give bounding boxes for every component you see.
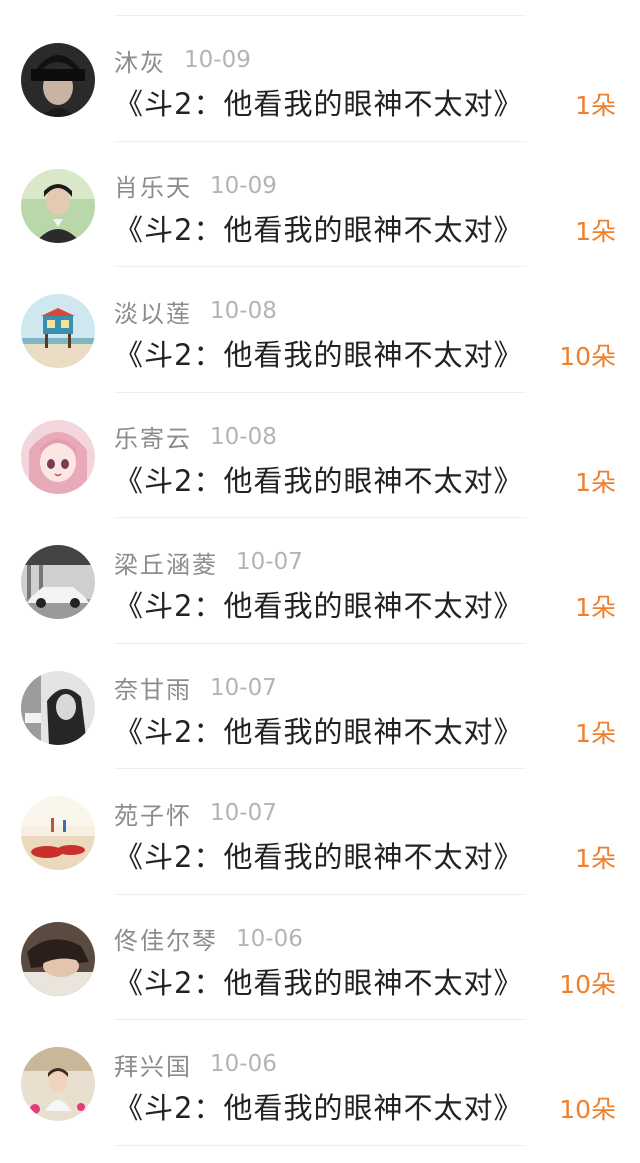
avatar[interactable] bbox=[21, 168, 95, 243]
gift-book-title: 《斗2：他看我的眼神不太对》 bbox=[114, 965, 524, 1000]
flower-count: 1朵 bbox=[575, 467, 616, 497]
list-item[interactable]: 肖乐天 10-09 《斗2：他看我的眼神不太对》 1朵 bbox=[0, 142, 640, 267]
flower-count: 1朵 bbox=[575, 844, 616, 873]
gift-book-title: 《斗2：他看我的眼神不太对》 bbox=[114, 840, 524, 874]
list-item[interactable]: 拜兴国 10-06 《斗2：他看我的眼神不太对》 10朵 bbox=[0, 1020, 640, 1146]
flower-count: 1朵 bbox=[575, 216, 616, 246]
user-name[interactable]: 沐灰 bbox=[114, 43, 166, 78]
avatar[interactable] bbox=[21, 1047, 95, 1121]
avatar[interactable] bbox=[21, 670, 95, 745]
gift-book-title: 《斗2：他看我的眼神不太对》 bbox=[114, 338, 524, 372]
list-item[interactable]: 奈甘雨 10-07 《斗2：他看我的眼神不太对》 1朵 bbox=[0, 644, 640, 769]
gift-date: 10-08 bbox=[210, 423, 277, 450]
gift-book-title: 《斗2：他看我的眼神不太对》 bbox=[114, 714, 524, 749]
gift-date: 10-09 bbox=[184, 47, 251, 73]
list-item[interactable]: 苑子怀 10-07 《斗2：他看我的眼神不太对》 1朵 bbox=[0, 769, 640, 895]
flower-count: 10朵 bbox=[559, 1095, 616, 1124]
user-name[interactable]: 淡以莲 bbox=[114, 294, 192, 329]
gift-date: 10-07 bbox=[210, 674, 277, 701]
flower-count: 1朵 bbox=[575, 91, 616, 120]
flower-count: 10朵 bbox=[559, 969, 616, 999]
list-item[interactable]: 佟佳尔琴 10-06 《斗2：他看我的眼神不太对》 10朵 bbox=[0, 895, 640, 1020]
girl-black-white-avatar bbox=[21, 670, 95, 745]
anime-girl-avatar bbox=[21, 419, 95, 494]
user-name[interactable]: 奈甘雨 bbox=[114, 670, 192, 705]
list-item[interactable]: 淡以莲 10-08 《斗2：他看我的眼神不太对》 10朵 bbox=[0, 267, 640, 393]
avatar[interactable] bbox=[21, 921, 95, 996]
user-name[interactable]: 拜兴国 bbox=[114, 1047, 192, 1082]
avatar[interactable] bbox=[21, 43, 95, 117]
flower-count: 10朵 bbox=[559, 342, 616, 371]
gift-date: 10-06 bbox=[236, 925, 303, 952]
gift-record-list: 沐灰 10-09 《斗2：他看我的眼神不太对》 1朵 肖乐天 10-09 《斗2… bbox=[0, 16, 640, 1146]
user-name[interactable]: 苑子怀 bbox=[114, 796, 192, 831]
gift-date: 10-08 bbox=[210, 298, 277, 324]
gift-date: 10-06 bbox=[210, 1051, 277, 1077]
flower-count: 1朵 bbox=[575, 718, 616, 748]
beach-lifeguard-hut-avatar bbox=[21, 294, 95, 368]
flower-count: 1朵 bbox=[575, 593, 616, 622]
gift-date: 10-07 bbox=[210, 800, 277, 826]
gift-date: 10-07 bbox=[236, 549, 303, 575]
gift-book-title: 《斗2：他看我的眼神不太对》 bbox=[114, 463, 524, 498]
user-name[interactable]: 梁丘涵菱 bbox=[114, 545, 218, 580]
gift-book-title: 《斗2：他看我的眼神不太对》 bbox=[114, 87, 524, 121]
boy-black-cap-avatar bbox=[21, 43, 95, 117]
user-name[interactable]: 肖乐天 bbox=[114, 168, 192, 203]
avatar[interactable] bbox=[21, 294, 95, 368]
row-divider bbox=[114, 1144, 526, 1146]
user-name[interactable]: 乐寄云 bbox=[114, 419, 192, 454]
gift-date: 10-09 bbox=[210, 172, 277, 199]
gift-book-title: 《斗2：他看我的眼神不太对》 bbox=[114, 212, 524, 247]
beach-sandals-avatar bbox=[21, 796, 95, 870]
white-car-avatar bbox=[21, 545, 95, 619]
boy-green-background-avatar bbox=[21, 168, 95, 243]
avatar[interactable] bbox=[21, 545, 95, 619]
list-item[interactable]: 沐灰 10-09 《斗2：他看我的眼神不太对》 1朵 bbox=[0, 16, 640, 142]
user-name[interactable]: 佟佳尔琴 bbox=[114, 921, 218, 956]
avatar[interactable] bbox=[21, 419, 95, 494]
gift-book-title: 《斗2：他看我的眼神不太对》 bbox=[114, 589, 524, 623]
avatar[interactable] bbox=[21, 796, 95, 870]
list-item[interactable]: 乐寄云 10-08 《斗2：他看我的眼神不太对》 1朵 bbox=[0, 393, 640, 518]
toddler-avatar bbox=[21, 1047, 95, 1121]
list-item[interactable]: 梁丘涵菱 10-07 《斗2：他看我的眼神不太对》 1朵 bbox=[0, 518, 640, 644]
sleeping-girl-avatar bbox=[21, 921, 95, 996]
gift-book-title: 《斗2：他看我的眼神不太对》 bbox=[114, 1091, 524, 1125]
